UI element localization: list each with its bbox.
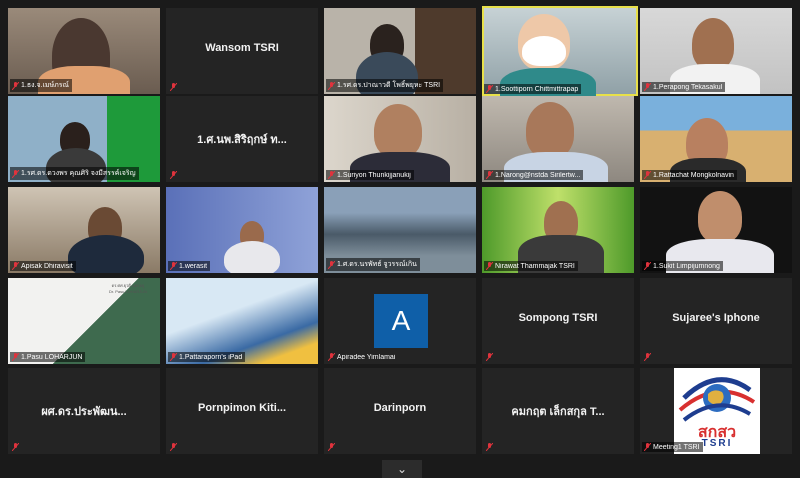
mic-muted-icon <box>12 443 19 451</box>
mic-muted-icon <box>328 353 335 361</box>
video-tile[interactable]: Sujaree's Iphone <box>640 278 792 364</box>
participant-caption <box>642 352 654 362</box>
participant-caption: 1.Narong@nstda Sirilertw... <box>484 170 584 180</box>
video-tile[interactable]: คมกฤต เล็กสกุล T... <box>482 368 634 454</box>
participant-mask <box>522 36 566 66</box>
show-toolbar-button[interactable]: ⌄ <box>382 460 422 478</box>
video-tile[interactable]: 1.รศ.ดร.ดวงพร คุณศิริ จงมีสรรค์เจริญ <box>8 96 160 182</box>
video-tile[interactable]: 1.Rattachat Mongkolnavin <box>640 96 792 182</box>
participant-video <box>526 102 574 158</box>
video-tile[interactable]: 1.werasit <box>166 187 318 273</box>
mic-muted-icon <box>328 171 335 179</box>
mic-muted-icon <box>644 443 651 451</box>
mic-muted-icon <box>328 260 335 269</box>
participant-caption <box>168 442 180 452</box>
video-tile[interactable]: ผศ.ดร.ประพัฒน... <box>8 368 160 454</box>
mic-muted-icon <box>486 353 493 361</box>
mic-muted-icon <box>486 171 493 179</box>
participant-video <box>374 104 422 158</box>
video-tile[interactable]: 1.Sukit Limpijumnong <box>640 187 792 273</box>
mic-muted-icon <box>12 81 19 90</box>
participant-caption: 1.Perapong Tekasakul <box>642 82 726 92</box>
video-tile[interactable]: 1.Pattaraporn's iPad <box>166 278 318 364</box>
video-tile[interactable]: 1.Perapong Tekasakul <box>640 8 792 94</box>
participant-video <box>692 18 734 70</box>
video-tile[interactable]: สกสว TSRI Meeting1 TSRI <box>640 368 792 454</box>
mic-muted-icon <box>170 171 177 179</box>
mic-muted-icon <box>486 262 493 270</box>
video-tile[interactable]: Pornpimon Kiti... <box>166 368 318 454</box>
video-tile[interactable]: ดร.ศศ.ยุวดี.นครอยู Dr. Pasu LOHARJUN 1.P… <box>8 278 160 364</box>
participant-caption: Apiradee Yimlamai <box>326 352 398 362</box>
participant-caption: 1.รศ.ดร.ปาณาวดี โพธิ์พยุหะ TSRI <box>326 79 444 92</box>
video-tile[interactable]: Apisak Dhiravisit <box>8 187 160 273</box>
sign-line: Dr. Pasu LOHARJUN <box>108 289 147 294</box>
mic-muted-icon <box>644 83 651 91</box>
mic-muted-icon <box>12 169 19 178</box>
video-tile[interactable]: 1.รศ.ดร.ปาณาวดี โพธิ์พยุหะ TSRI <box>324 8 476 94</box>
participant-name: Darinporn <box>373 402 427 414</box>
participant-caption <box>326 442 338 452</box>
mic-muted-icon <box>328 81 335 90</box>
participant-caption <box>168 82 180 92</box>
mic-muted-icon <box>12 353 19 361</box>
mic-muted-icon <box>644 171 651 179</box>
participant-caption: 1.Suriyon Thunkijjanukij <box>326 170 414 180</box>
participant-caption <box>168 170 180 180</box>
participant-name: ผศ.ดร.ประพัฒน... <box>41 406 127 418</box>
avatar: A <box>374 294 428 348</box>
sign-line: ดร.ศศ.ยุวดี.นครอยู <box>111 283 145 288</box>
mic-muted-icon <box>486 85 493 93</box>
participant-caption: Nirawat Thammajak TSRI <box>484 261 578 271</box>
participant-name: คมกฤต เล็กสกุล T... <box>511 406 605 418</box>
participant-caption: 1.Pasu LOHARJUN <box>10 352 86 362</box>
video-tile[interactable]: Sompong TSRI <box>482 278 634 364</box>
participant-caption <box>484 352 496 362</box>
mic-muted-icon <box>644 353 651 361</box>
mic-muted-icon <box>170 83 177 91</box>
participant-caption: 1.รศ.ดร.ดวงพร คุณศิริ จงมีสรรค์เจริญ <box>10 167 139 180</box>
chevron-down-icon: ⌄ <box>396 462 408 476</box>
video-tile[interactable]: Wansom TSRI <box>166 8 318 94</box>
video-tile[interactable]: 1.ศ.นพ.สิริฤกษ์ ท... <box>166 96 318 182</box>
mic-muted-icon <box>12 262 19 270</box>
participant-caption: 1.werasit <box>168 261 211 271</box>
participant-caption: Meeting1 TSRI <box>642 442 703 452</box>
participant-shirt <box>68 235 144 273</box>
participant-caption: 1.Soottiporn Chittmittrapap <box>484 84 582 94</box>
participant-caption: 1.ศ.ดร.นรพัทธ์ จูวรรณ์เกิน <box>326 258 420 271</box>
mic-muted-icon <box>328 443 335 451</box>
video-tile-active-speaker[interactable]: 1.Soottiporn Chittmittrapap <box>482 6 638 96</box>
virtual-background-sign: ดร.ศศ.ยุวดี.นครอยู Dr. Pasu LOHARJUN <box>100 282 156 294</box>
participant-caption: 1.Rattachat Mongkolnavin <box>642 170 737 180</box>
participant-name: 1.ศ.นพ.สิริฤกษ์ ท... <box>197 134 287 146</box>
participant-caption: 1.ธง.จ.เมษ์ภรณ์ <box>10 79 73 92</box>
participant-name: Wansom TSRI <box>205 42 279 54</box>
video-tile[interactable]: 1.ธง.จ.เมษ์ภรณ์ <box>8 8 160 94</box>
mic-muted-icon <box>170 353 177 361</box>
participant-caption <box>484 442 496 452</box>
mic-muted-icon <box>644 262 651 270</box>
participant-caption <box>10 442 22 452</box>
video-tile[interactable]: A Apiradee Yimlamai <box>324 278 476 364</box>
participant-name: Sujaree's Iphone <box>672 312 760 324</box>
video-tile[interactable]: 1.Narong@nstda Sirilertw... <box>482 96 634 182</box>
participant-caption: Apisak Dhiravisit <box>10 261 76 271</box>
video-tile[interactable]: 1.ศ.ดร.นรพัทธ์ จูวรรณ์เกิน <box>324 187 476 273</box>
participant-shirt <box>224 241 280 273</box>
participant-video <box>698 191 742 243</box>
participant-caption: 1.Pattaraporn's iPad <box>168 352 246 362</box>
video-tile[interactable]: Nirawat Thammajak TSRI <box>482 187 634 273</box>
participant-name: Pornpimon Kiti... <box>198 402 286 414</box>
mic-muted-icon <box>170 262 177 270</box>
video-tile[interactable]: 1.Suriyon Thunkijjanukij <box>324 96 476 182</box>
video-tile[interactable]: Darinporn <box>324 368 476 454</box>
mic-muted-icon <box>486 443 493 451</box>
participant-name: Sompong TSRI <box>518 312 598 324</box>
participant-caption: 1.Sukit Limpijumnong <box>642 261 723 271</box>
mic-muted-icon <box>170 443 177 451</box>
